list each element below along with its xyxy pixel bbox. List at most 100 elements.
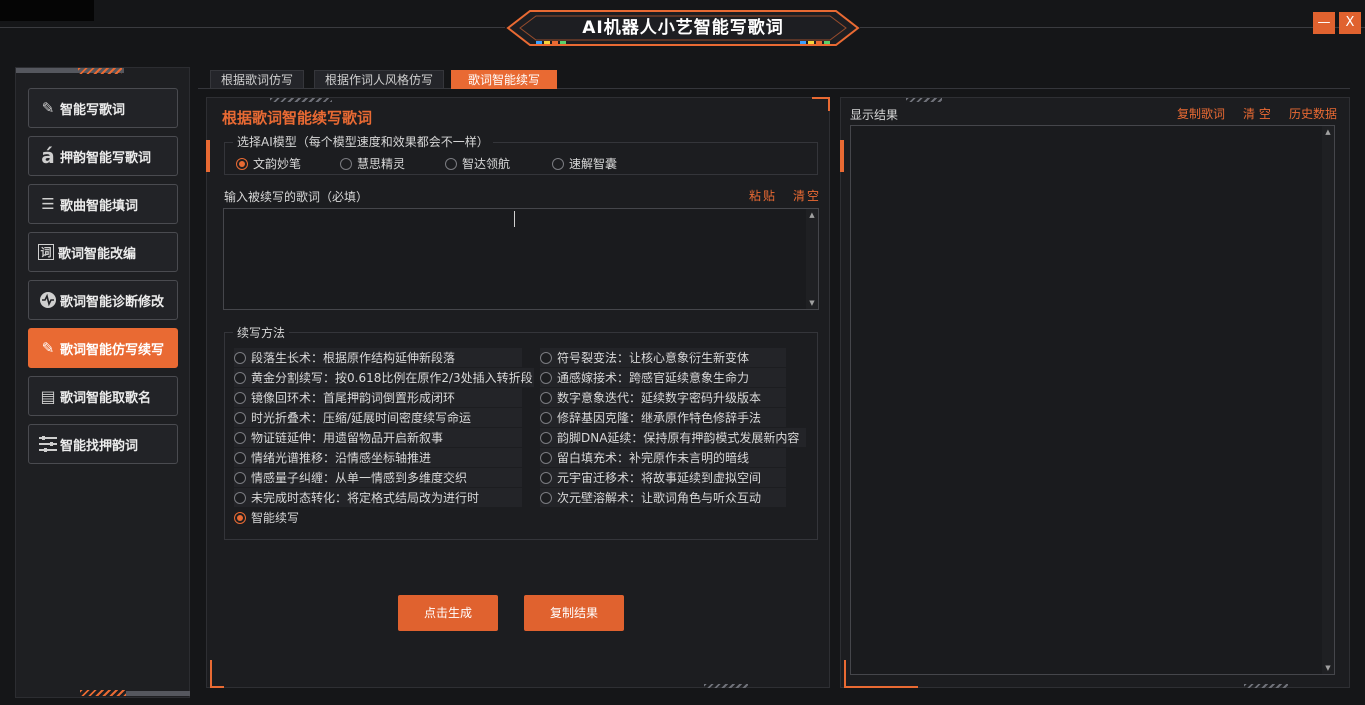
main-panel-accent-bl-h xyxy=(210,686,224,688)
radio-icon xyxy=(234,371,246,384)
method-option[interactable]: 黄金分割续写：按0.618比例在原作2/3处插入转折段 xyxy=(234,368,534,387)
method-group-legend: 续写方法 xyxy=(233,324,290,341)
result-output-scrollbar[interactable]: ▲ ▼ xyxy=(1322,126,1334,674)
radio-icon xyxy=(234,391,246,404)
model-option-sujie[interactable]: 速解智囊 xyxy=(552,155,617,172)
radio-icon xyxy=(340,157,352,170)
title-banner: AI机器人小艺智能写歌词 xyxy=(500,8,866,50)
sidebar-item-imitate-continue[interactable]: ✎ 歌词智能仿写续写 xyxy=(28,328,178,368)
method-option[interactable]: 次元壁溶解术：让歌词角色与听众互动 xyxy=(540,488,786,507)
main-panel-accent-tr-v xyxy=(828,97,830,111)
main-panel-accent-left xyxy=(206,140,210,172)
sidebar-item-write-lyrics[interactable]: ✎ 智能写歌词 xyxy=(28,88,178,128)
main-panel-accent-bl xyxy=(210,660,212,688)
input-clear-button[interactable]: 清空 xyxy=(793,187,821,204)
result-panel-accent-bl-h xyxy=(844,686,918,688)
radio-icon xyxy=(445,157,457,170)
radio-icon xyxy=(540,411,552,424)
main-panel-hatch-top xyxy=(270,98,332,102)
method-option[interactable]: 数字意象迭代：延续数字密码升级版本 xyxy=(540,388,786,407)
close-button[interactable]: X xyxy=(1339,12,1361,34)
scroll-up-icon[interactable]: ▲ xyxy=(806,211,818,219)
main-panel-hatch-bottom xyxy=(704,684,748,688)
corner-block xyxy=(0,0,94,21)
method-option[interactable]: 情感量子纠缠：从单一情感到多维度交织 xyxy=(234,468,522,487)
method-option[interactable]: 留白填充术：补完原作未言明的暗线 xyxy=(540,448,786,467)
radio-icon xyxy=(234,491,246,504)
sidebar-hatch-bottom xyxy=(80,690,126,696)
result-panel-accent-left xyxy=(840,140,844,172)
generate-button[interactable]: 点击生成 xyxy=(398,595,498,631)
model-option-huisi[interactable]: 慧思精灵 xyxy=(340,155,405,172)
pulse-icon xyxy=(38,290,58,310)
paste-button[interactable]: 粘贴 xyxy=(749,187,777,204)
tab-continue-lyrics[interactable]: 歌词智能续写 xyxy=(451,70,557,89)
title-rule-right xyxy=(860,27,1365,28)
result-clear-button[interactable]: 清 空 xyxy=(1243,105,1271,122)
lyrics-input[interactable]: ▲ ▼ xyxy=(223,208,819,310)
method-option[interactable]: 时光折叠术：压缩/延展时间密度续写命运 xyxy=(234,408,522,427)
method-option[interactable]: 通感嫁接术：跨感官延续意象生命力 xyxy=(540,368,786,387)
radio-icon xyxy=(234,511,246,524)
result-label: 显示结果 xyxy=(850,108,899,122)
sidebar-item-fill-lyrics[interactable]: ☰ 歌曲智能填词 xyxy=(28,184,178,224)
sliders-icon xyxy=(38,434,58,454)
model-option-zhida[interactable]: 智达领航 xyxy=(445,155,510,172)
sidebar-item-diagnose[interactable]: 歌词智能诊断修改 xyxy=(28,280,178,320)
lyrics-input-scrollbar[interactable]: ▲ ▼ xyxy=(806,209,818,309)
radio-icon xyxy=(540,451,552,464)
result-panel-accent-bl xyxy=(844,660,846,688)
minimize-button[interactable]: — xyxy=(1313,12,1335,34)
sidebar-item-find-rhymes[interactable]: 智能找押韵词 xyxy=(28,424,178,464)
result-panel-hatch-top xyxy=(906,98,942,102)
radio-icon xyxy=(234,351,246,364)
tab-imitate-lyrics[interactable]: 根据歌词仿写 xyxy=(210,70,305,89)
radio-icon xyxy=(540,351,552,364)
result-output[interactable]: ▲ ▼ xyxy=(850,125,1335,675)
method-option[interactable]: 物证链延伸：用遗留物品开启新叙事 xyxy=(234,428,522,447)
doc-icon: ▤ xyxy=(40,386,56,406)
method-option[interactable]: 元宇宙迁移术：将故事延续到虚拟空间 xyxy=(540,468,786,487)
model-option-wenyun[interactable]: 文韵妙笔 xyxy=(236,155,301,172)
method-option[interactable]: 段落生长术：根据原作结构延伸新段落 xyxy=(234,348,522,367)
radio-icon xyxy=(236,157,248,170)
method-option[interactable]: 未完成时态转化：将定格式结局改为进行时 xyxy=(234,488,522,507)
text-caret xyxy=(514,211,515,227)
pen-icon: ✎ xyxy=(41,339,55,357)
model-group-legend: 选择AI模型（每个模型速度和效果都会不一样） xyxy=(233,133,493,150)
method-option[interactable]: 符号裂变法：让核心意象衍生新变体 xyxy=(540,348,786,367)
sidebar-item-song-title[interactable]: ▤ 歌词智能取歌名 xyxy=(28,376,178,416)
tab-imitate-lyricist[interactable]: 根据作词人风格仿写 xyxy=(314,70,445,89)
sidebar-stripe-bottom xyxy=(126,691,190,696)
method-option[interactable]: 韵脚DNA延续：保持原有押韵模式发展新内容 xyxy=(540,428,806,447)
ci-icon: 词 xyxy=(38,244,54,260)
history-button[interactable]: 历史数据 xyxy=(1289,105,1337,122)
radio-icon xyxy=(552,157,564,170)
title-rule-left xyxy=(0,27,505,28)
radio-icon xyxy=(540,431,552,444)
radio-icon xyxy=(234,431,246,444)
radio-icon xyxy=(540,471,552,484)
scroll-down-icon[interactable]: ▼ xyxy=(1322,664,1334,672)
sidebar-item-adapt[interactable]: 词歌词智能改编 xyxy=(28,232,178,272)
pen-icon: ✎ xyxy=(41,99,55,117)
a-accent-icon: á xyxy=(41,144,55,168)
method-option-smart-continue[interactable]: 智能续写 xyxy=(234,509,299,526)
copy-result-button[interactable]: 复制结果 xyxy=(524,595,624,631)
method-option[interactable]: 修辞基因克隆：继承原作特色修辞手法 xyxy=(540,408,786,427)
radio-icon xyxy=(234,411,246,424)
radio-icon xyxy=(540,491,552,504)
radio-icon xyxy=(234,451,246,464)
copy-lyrics-button[interactable]: 复制歌词 xyxy=(1177,105,1225,122)
scroll-up-icon[interactable]: ▲ xyxy=(1322,128,1334,136)
method-option[interactable]: 镜像回环术：首尾押韵词倒置形成闭环 xyxy=(234,388,522,407)
list-icon: ☰ xyxy=(41,195,55,213)
sidebar-hatch-top xyxy=(78,68,122,74)
scroll-down-icon[interactable]: ▼ xyxy=(806,299,818,307)
method-option[interactable]: 情绪光谱推移：沿情感坐标轴推进 xyxy=(234,448,522,467)
result-panel-hatch-bottom xyxy=(1244,684,1288,688)
radio-icon xyxy=(234,471,246,484)
input-label: 输入被续写的歌词（必填） xyxy=(224,190,369,204)
sidebar-item-rhyme-write[interactable]: á 押韵智能写歌词 xyxy=(28,136,178,176)
app-title: AI机器人小艺智能写歌词 xyxy=(582,18,784,38)
